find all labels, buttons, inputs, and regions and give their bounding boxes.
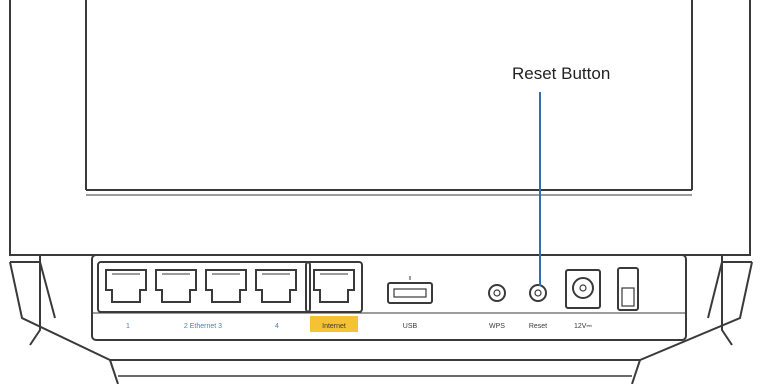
label-usb: USB <box>403 323 418 330</box>
router-back-panel-diagram: 1 2 Ethernet 3 4 Internet USB WPS Reset … <box>0 0 762 384</box>
reset-button-callout-label: Reset Button <box>512 64 611 83</box>
label-internet: Internet <box>322 323 346 330</box>
label-ethernet-4: 4 <box>275 323 279 330</box>
label-ethernet-1: 1 <box>126 323 130 330</box>
label-power: 12V⎓ <box>574 323 592 330</box>
router-illustration: 1 2 Ethernet 3 4 Internet USB WPS Reset … <box>9 0 753 384</box>
label-ethernet-group: 2 Ethernet 3 <box>184 323 222 330</box>
label-wps: WPS <box>489 323 505 330</box>
label-reset: Reset <box>529 323 547 330</box>
